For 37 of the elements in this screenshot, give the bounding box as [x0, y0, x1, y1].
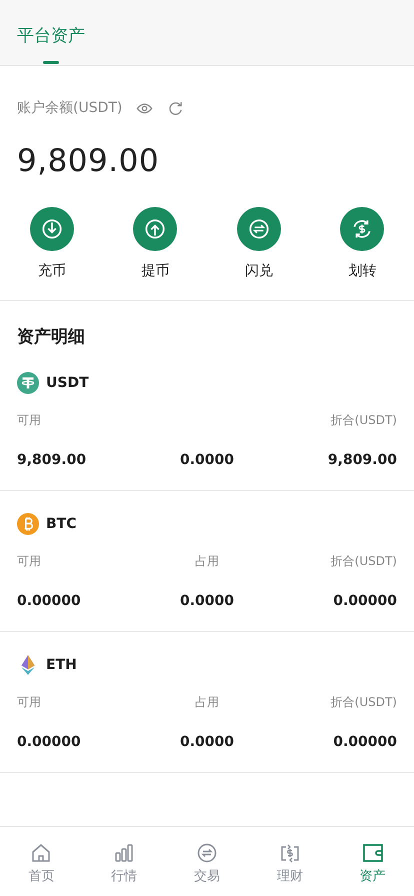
column-value: 0.00000 — [17, 593, 82, 609]
action-button[interactable]: 充币 — [0, 207, 104, 280]
action-button[interactable]: 划转 — [310, 207, 414, 280]
column-label: 可用 — [17, 413, 42, 428]
column-label: 可用 — [17, 695, 42, 710]
action-button[interactable]: 提币 — [104, 207, 207, 280]
nav-tab[interactable]: 交易 — [166, 841, 248, 885]
column-value: 0.00000 — [333, 734, 397, 750]
nav-tab[interactable]: 理财 — [248, 841, 332, 885]
tether-coin-icon — [17, 372, 39, 394]
coin-name: USDT — [46, 375, 89, 391]
column-value: 0.00000 — [17, 734, 82, 750]
column-label: 折合(USDT) — [330, 695, 397, 710]
column-value: 0.0000 — [180, 734, 234, 750]
column-label: 折合(USDT) — [330, 554, 397, 569]
column-label: 占用 — [194, 695, 219, 710]
column-value: 0.0000 — [180, 593, 234, 609]
column-label: 可用 — [17, 554, 42, 569]
section-title: 资产明细 — [16, 326, 86, 349]
balance-label: 账户余额(USDT) — [17, 99, 122, 117]
nav-tab[interactable]: 资产 — [331, 841, 414, 885]
wallet-icon — [360, 841, 385, 865]
action-button[interactable]: 闪兑 — [207, 207, 310, 280]
header-tab[interactable]: 平台资产 — [17, 0, 85, 65]
column-value: 9,809.00 — [328, 452, 397, 468]
bitcoin-coin-icon — [17, 513, 39, 535]
coin-name: ETH — [46, 657, 77, 673]
nav-tab[interactable]: 首页 — [0, 841, 83, 885]
balance-amount: 9,809.00 — [16, 142, 160, 179]
column-value: 0.00000 — [333, 593, 397, 609]
nav-tab[interactable]: 行情 — [82, 841, 166, 885]
column-value: 9,809.00 — [17, 452, 88, 468]
coin-name: BTC — [46, 516, 76, 532]
column-label: 折合(USDT) — [330, 413, 397, 428]
column-value: 0.0000 — [180, 452, 234, 468]
column-label: 占用 — [194, 554, 219, 569]
refresh-icon[interactable] — [167, 100, 184, 116]
